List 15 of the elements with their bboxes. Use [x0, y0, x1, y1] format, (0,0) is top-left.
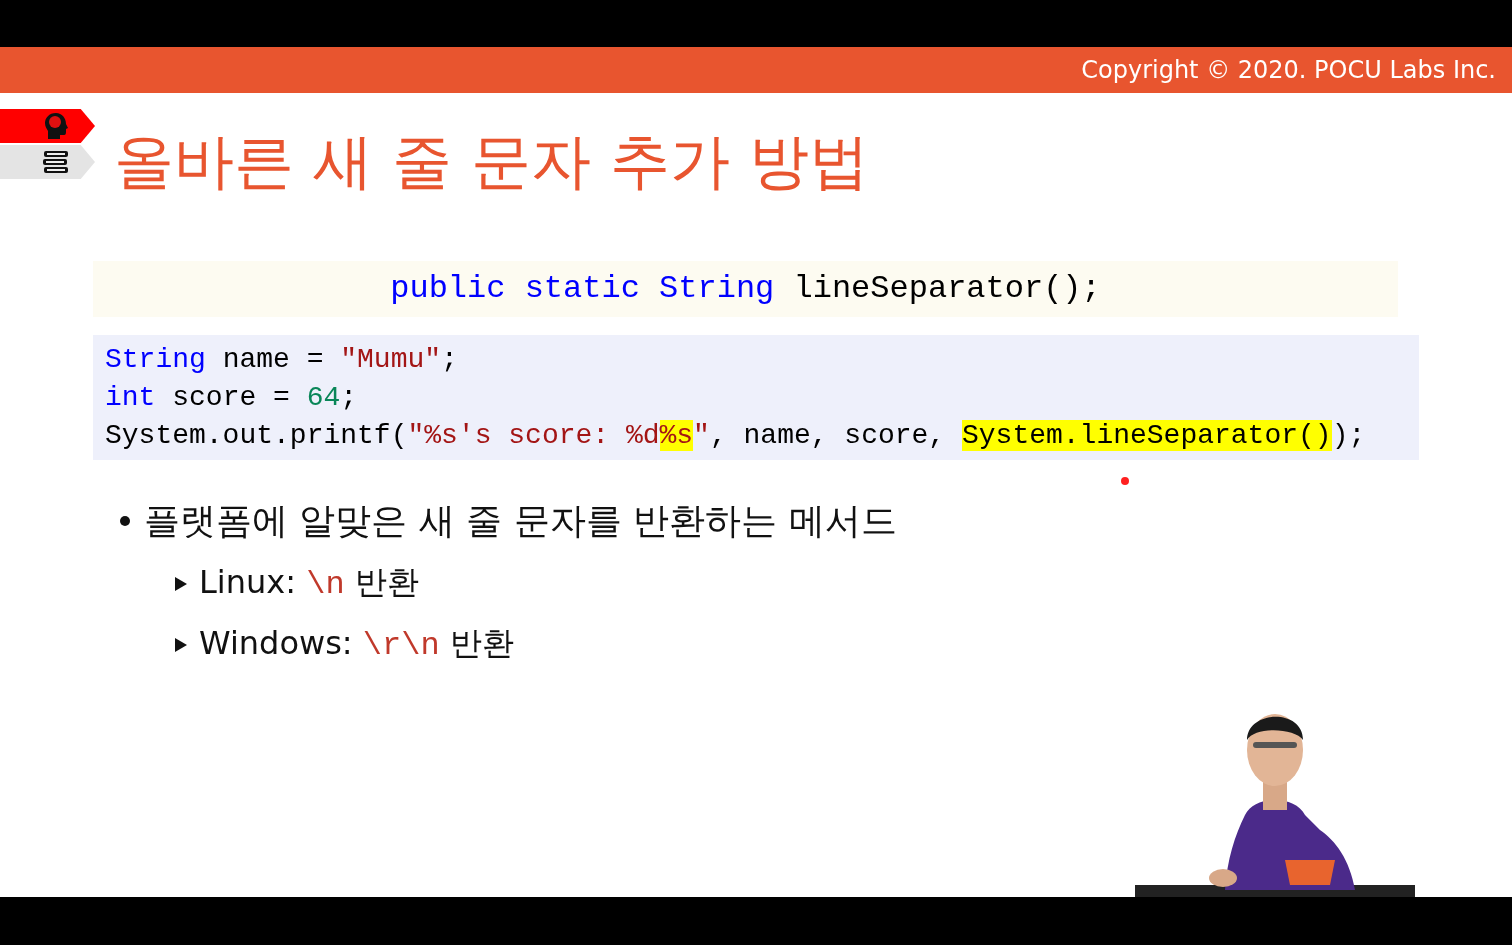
books-icon [41, 149, 71, 175]
sub-bullet-text: Linux: \n 반환 [199, 562, 419, 605]
copyright-text: Copyright © 2020. POCU Labs Inc. [1081, 55, 1496, 86]
side-tab[interactable] [0, 109, 95, 143]
bullet-text: 플랫폼에 알맞은 새 줄 문자를 반환하는 메서드 [144, 499, 897, 543]
triangle-bullet-icon [175, 576, 187, 591]
method-signature: public static String lineSeparator(); [390, 269, 1101, 309]
code-line: String name = "Mumu"; [105, 342, 458, 377]
pointer-dot-icon [1120, 476, 1130, 486]
sub-bullet-text: Windows: \r\n 반환 [199, 623, 514, 666]
bullet-icon [120, 516, 130, 526]
side-tab[interactable] [0, 145, 95, 179]
slide-title: 올바른 새 줄 문자 추가 방법 [114, 131, 870, 191]
code-line: int score = 64; [105, 380, 358, 415]
triangle-bullet-icon [175, 637, 187, 652]
